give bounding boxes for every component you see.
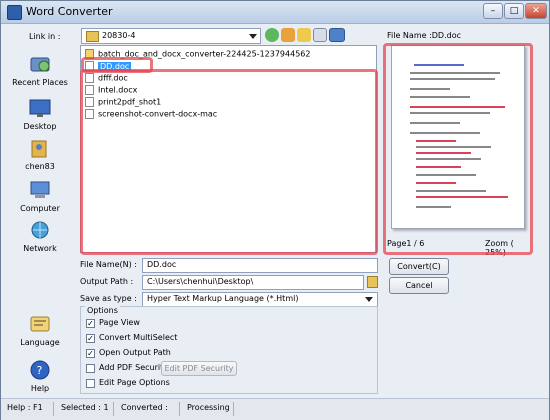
options-group: Options ✓ Page View ✓ Convert MultiSelect … bbox=[80, 306, 378, 394]
title-bar: Word Converter – □ ✕ bbox=[1, 1, 549, 24]
help-tool[interactable]: ? Help bbox=[7, 359, 73, 393]
cancel-button[interactable]: Cancel bbox=[389, 277, 449, 294]
computer-icon bbox=[28, 179, 52, 201]
status-processing: Processing : bbox=[187, 403, 235, 412]
chevron-down-icon bbox=[365, 297, 373, 302]
file-name-field[interactable]: DD.doc bbox=[142, 258, 378, 273]
refresh-icon[interactable] bbox=[329, 28, 345, 42]
status-converted: Converted : bbox=[121, 403, 168, 412]
window-title: Word Converter bbox=[26, 5, 113, 18]
place-desktop[interactable]: Desktop bbox=[7, 97, 73, 131]
status-help: Help : F1 bbox=[7, 403, 43, 412]
output-path-field[interactable]: C:\Users\chenhui\Desktop\ bbox=[142, 275, 364, 290]
edit-page-options-checkbox[interactable]: Edit Page Options bbox=[86, 378, 286, 390]
recent-places-icon bbox=[28, 53, 52, 75]
place-label: Desktop bbox=[23, 122, 57, 131]
language-tool[interactable]: Language bbox=[7, 313, 73, 347]
checkbox-box: ✓ bbox=[86, 319, 95, 328]
status-selected: Selected : 1 bbox=[61, 403, 109, 412]
path-value: 20830-4 bbox=[102, 31, 136, 40]
highlight-file-area bbox=[80, 69, 378, 255]
highlight-preview bbox=[383, 43, 533, 255]
word-converter-window: Word Converter – □ ✕ Link in : Recent Pl… bbox=[0, 0, 550, 420]
up-folder-icon[interactable] bbox=[281, 28, 295, 42]
place-label: Network bbox=[23, 244, 57, 253]
folder-icon bbox=[86, 31, 99, 42]
checkbox-box bbox=[86, 364, 95, 373]
network-icon bbox=[28, 219, 52, 241]
chevron-down-icon bbox=[249, 34, 257, 39]
language-icon bbox=[28, 313, 52, 335]
new-folder-icon[interactable] bbox=[297, 28, 311, 42]
tool-label: Language bbox=[20, 338, 60, 347]
convert-multiselect-checkbox[interactable]: ✓ Convert MultiSelect bbox=[86, 333, 286, 345]
preview-file-name: File Name :DD.doc bbox=[387, 31, 462, 40]
edit-pdf-security-button[interactable]: Edit PDF Security bbox=[161, 361, 237, 376]
path-combobox[interactable]: 20830-4 bbox=[81, 28, 261, 44]
app-icon bbox=[7, 5, 22, 20]
file-name-label: File Name(N) : bbox=[80, 260, 137, 269]
status-bar: Help : F1 Selected : 1 Converted : Proce… bbox=[1, 398, 549, 420]
help-icon: ? bbox=[28, 359, 52, 381]
desktop-icon bbox=[28, 97, 52, 119]
place-computer[interactable]: Computer bbox=[7, 179, 73, 213]
close-button[interactable]: ✕ bbox=[525, 3, 547, 19]
save-as-type-label: Save as type : bbox=[80, 294, 137, 303]
convert-button[interactable]: Convert(C) bbox=[389, 258, 449, 275]
user-folder-icon bbox=[28, 137, 52, 159]
checkbox-box: ✓ bbox=[86, 349, 95, 358]
link-in-label: Link in : bbox=[29, 32, 61, 41]
save-as-type-select[interactable]: Hyper Text Markup Language (*.Html) bbox=[142, 292, 378, 307]
svg-text:?: ? bbox=[37, 364, 43, 377]
view-menu-icon[interactable] bbox=[313, 28, 327, 42]
place-chen83[interactable]: chen83 bbox=[7, 137, 73, 171]
browse-folder-icon[interactable] bbox=[367, 276, 378, 288]
place-network[interactable]: Network bbox=[7, 219, 73, 253]
output-path-label: Output Path : bbox=[80, 277, 134, 286]
open-output-path-checkbox[interactable]: ✓ Open Output Path bbox=[86, 348, 286, 360]
maximize-button[interactable]: □ bbox=[504, 3, 524, 19]
place-label: Recent Places bbox=[12, 78, 68, 87]
options-title: Options bbox=[85, 306, 120, 315]
place-label: chen83 bbox=[25, 162, 55, 171]
page-view-checkbox[interactable]: ✓ Page View bbox=[86, 318, 286, 330]
tool-label: Help bbox=[30, 384, 50, 393]
place-recent-places[interactable]: Recent Places bbox=[7, 53, 73, 87]
minimize-button[interactable]: – bbox=[483, 3, 503, 19]
checkbox-box bbox=[86, 379, 95, 388]
place-label: Computer bbox=[20, 204, 60, 213]
save-as-type-value: Hyper Text Markup Language (*.Html) bbox=[147, 294, 299, 303]
back-icon[interactable] bbox=[265, 28, 279, 42]
checkbox-box: ✓ bbox=[86, 334, 95, 343]
